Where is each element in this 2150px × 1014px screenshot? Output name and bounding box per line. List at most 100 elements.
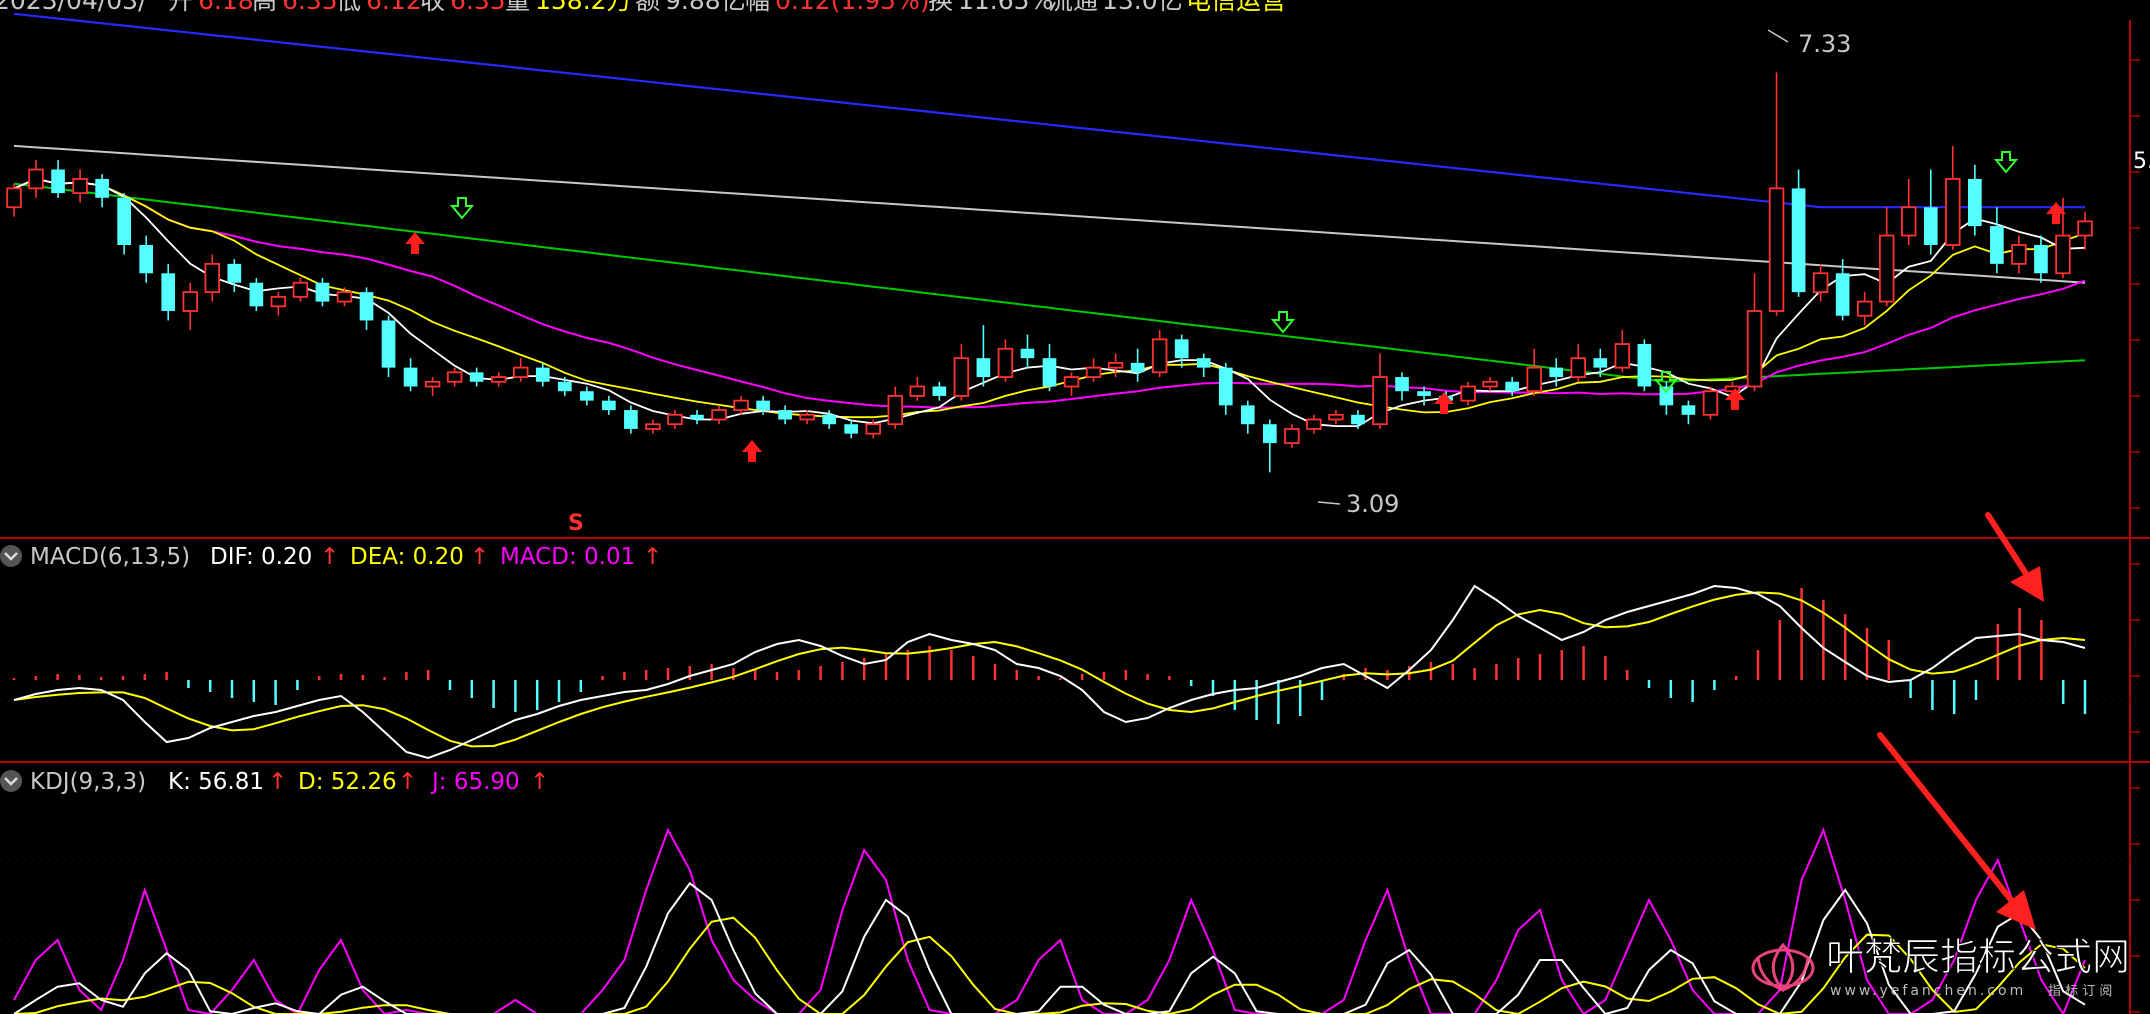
candle-body-up xyxy=(1107,362,1124,369)
candle-body-up xyxy=(1570,357,1586,378)
header-open: 6.18 xyxy=(198,0,254,15)
candle-body-up xyxy=(1460,385,1476,402)
candle-body-down xyxy=(1042,358,1057,387)
candle-body-down xyxy=(1637,344,1652,387)
candle-body-up xyxy=(28,168,44,190)
candle-body-down xyxy=(602,400,616,411)
candle-body-up xyxy=(1151,338,1168,374)
candle-body-down xyxy=(1990,226,2004,264)
kdj-d: D: 52.26 xyxy=(298,769,397,795)
candle-body-up xyxy=(1768,187,1785,312)
kdj-j: J: 65.90 xyxy=(430,769,520,795)
candle-body-down xyxy=(249,282,264,307)
high-marker-value: 7.33 xyxy=(1798,30,1851,58)
header-high-label: 高 xyxy=(252,0,277,15)
header-float-label: 流通 xyxy=(1048,0,1098,15)
candle-body-up xyxy=(1724,385,1741,393)
candle-body-down xyxy=(1196,358,1211,368)
candle-body-up xyxy=(997,347,1014,378)
header-turnover-label: 换 xyxy=(928,0,953,15)
candle-body-up xyxy=(1482,380,1498,388)
candle-body-down xyxy=(557,381,572,392)
candle-body-down xyxy=(1791,188,1806,293)
kdj-k: K: 56.81 xyxy=(168,769,264,795)
candle-body-up xyxy=(292,281,309,298)
candle-body-down xyxy=(359,292,374,321)
candle-body-up xyxy=(667,413,683,426)
candle-body-down xyxy=(1681,405,1696,415)
candle-body-down xyxy=(579,391,594,401)
watermark-url: www.yefanchen.com xyxy=(1830,983,2026,999)
candle-body-down xyxy=(756,400,770,411)
candle-body-up xyxy=(204,262,221,294)
candle-body-down xyxy=(1240,405,1255,425)
header-date: 2023/04/03/一 xyxy=(0,0,172,15)
header-sector: 电信运营 xyxy=(1186,0,1286,15)
candle-body-up xyxy=(1306,418,1322,430)
low-marker-value: 3.09 xyxy=(1346,490,1399,518)
candle-body-down xyxy=(1659,386,1674,406)
header-volume-label: 量 xyxy=(505,0,530,15)
candle-body-down xyxy=(844,424,859,434)
candle-body-down xyxy=(1351,414,1365,425)
candle-body-down xyxy=(822,414,837,425)
kdj-d-arrow: ↑ xyxy=(398,769,417,795)
header-amount: 9.88亿 xyxy=(665,0,746,15)
header-float: 13.0亿 xyxy=(1102,0,1183,15)
candle-body-up xyxy=(953,357,970,397)
header-range: 0.12(1.95%) xyxy=(775,0,930,15)
candle-body-up xyxy=(2077,220,2093,237)
candle-body-down xyxy=(1174,339,1189,359)
candle-body-down xyxy=(227,263,242,283)
candle-body-up xyxy=(1702,390,1719,416)
candle-body-down xyxy=(1020,348,1035,359)
candle-body-down xyxy=(1835,273,1850,316)
candle-body-up xyxy=(270,295,287,308)
candle-body-down xyxy=(932,386,947,396)
macd-dif-arrow: ↑ xyxy=(320,544,339,570)
candle-body-up xyxy=(1614,343,1631,369)
candle-body-down xyxy=(1417,391,1431,396)
macd-dea: DEA: 0.20 xyxy=(350,544,464,570)
candle-body-down xyxy=(624,410,638,429)
candle-body-up xyxy=(6,187,22,209)
header-amount-label: 额 xyxy=(635,0,660,15)
candle-body-up xyxy=(1284,428,1300,444)
watermark-title: 叶梵辰指标公式网 xyxy=(1826,935,2130,979)
header-close: 6.35 xyxy=(450,0,506,15)
candle-body-up xyxy=(513,366,529,378)
candle-body-down xyxy=(403,367,418,387)
candle-body-down xyxy=(1593,358,1608,368)
candle-body-up xyxy=(733,399,749,411)
header-volume: 158.2万 xyxy=(535,0,632,15)
candle-body-down xyxy=(1923,207,1938,245)
candle-body-down xyxy=(469,372,484,382)
header-high: 6.35 xyxy=(282,0,338,15)
candle-body-up xyxy=(490,376,507,383)
candle-body-down xyxy=(161,273,176,312)
signal-s-mark: S xyxy=(568,511,584,536)
macd-dif: DIF: 0.20 xyxy=(210,544,312,570)
candle-body-down xyxy=(1549,367,1564,378)
right-price-tag: 5. xyxy=(2133,149,2150,174)
candle-body-up xyxy=(711,409,727,421)
candle-body-up xyxy=(1526,366,1542,393)
candle-body-down xyxy=(315,282,330,302)
candle-body-down xyxy=(1218,367,1233,406)
kdj-name: KDJ(9,3,3) xyxy=(30,769,146,795)
header-low: 6.12 xyxy=(366,0,422,15)
candle-body-up xyxy=(645,423,661,430)
candle-body-up xyxy=(446,371,463,383)
macd-value: MACD: 0.01 xyxy=(500,544,635,570)
header-low-label: 低 xyxy=(336,0,361,15)
candle-body-down xyxy=(1130,362,1145,373)
macd-collapse-icon[interactable] xyxy=(0,545,22,567)
quote-header: 2023/04/03/一 开 6.18 高 6.35 低 6.12 收 6.35… xyxy=(0,0,1286,15)
candle-body-up xyxy=(336,291,353,303)
kdj-j-arrow: ↑ xyxy=(530,769,549,795)
candle-body-up xyxy=(799,413,815,421)
candle-body-up xyxy=(2055,234,2071,275)
stock-chart: 2023/04/03/一 开 6.18 高 6.35 低 6.12 收 6.35… xyxy=(0,0,2150,1014)
candle-body-down xyxy=(95,178,109,198)
kdj-collapse-icon[interactable] xyxy=(0,770,22,792)
